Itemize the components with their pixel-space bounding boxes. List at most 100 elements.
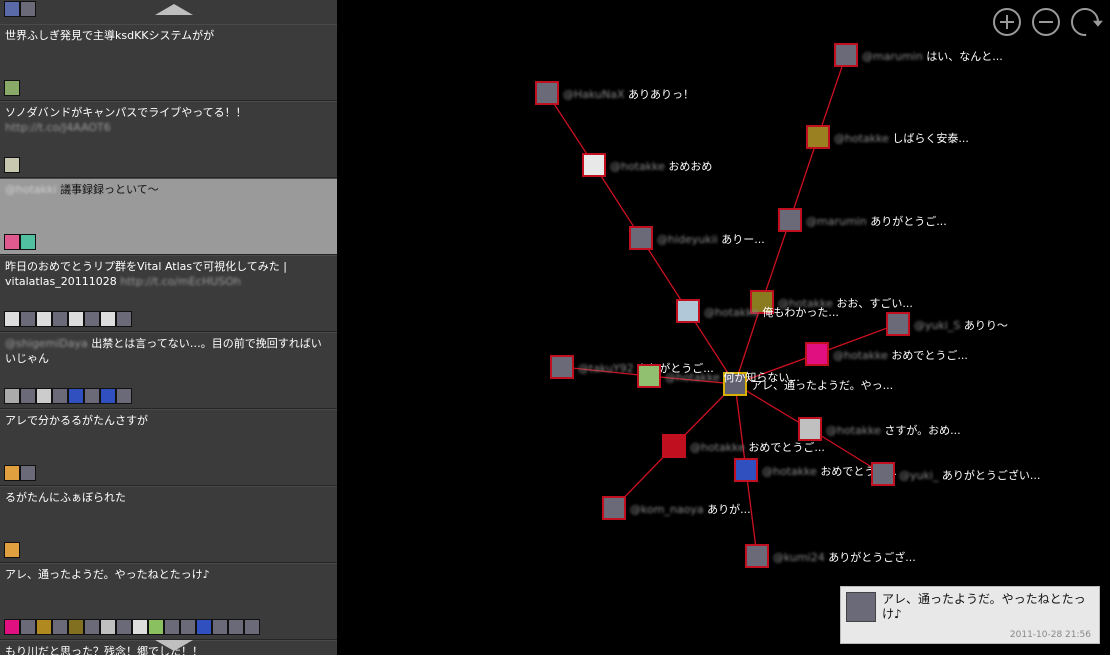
avatar[interactable] — [84, 619, 100, 635]
tweet-timeline[interactable]: 世界ふしぎ発見で主導ksdKKシステムがが ソノダバンドがキャンパスでライブやって… — [0, 0, 337, 655]
tweet-text: @hotakki 議事録録っといて〜 — [5, 182, 331, 197]
graph-node-avatar[interactable] — [745, 544, 769, 568]
graph-node-avatar[interactable] — [676, 299, 700, 323]
scroll-down-icon[interactable] — [155, 640, 193, 651]
tweet-avatars — [4, 157, 20, 175]
node-text: ありがとうご... — [870, 215, 947, 228]
tweet-row[interactable]: るがたんにふぁぼられた — [0, 486, 337, 563]
scroll-up-icon[interactable] — [155, 4, 193, 15]
avatar[interactable] — [52, 311, 68, 327]
graph-node-avatar[interactable] — [886, 312, 910, 336]
avatar[interactable] — [4, 311, 20, 327]
node-user: @marumin — [806, 215, 867, 228]
graph-node-avatar[interactable] — [535, 81, 559, 105]
avatar[interactable] — [4, 465, 20, 481]
graph-node-avatar[interactable] — [806, 125, 830, 149]
avatar[interactable] — [20, 311, 36, 327]
avatar[interactable] — [4, 157, 20, 173]
avatar[interactable] — [244, 619, 260, 635]
avatar — [4, 1, 20, 17]
graph-node-avatar[interactable] — [637, 364, 661, 388]
node-text: おめでとうご... — [891, 349, 968, 362]
avatar[interactable] — [100, 311, 116, 327]
tweet-text: アレで分かるるがたんさすが — [5, 413, 331, 428]
tweet-text: アレ、通ったようだ。やったねとたっけ♪ — [5, 567, 331, 582]
tweet-link[interactable]: http://t.co/mEcHUSOh — [117, 275, 241, 288]
graph-node-avatar[interactable] — [582, 153, 606, 177]
tweet-row[interactable]: アレで分かるるがたんさすが — [0, 409, 337, 486]
avatar[interactable] — [68, 388, 84, 404]
avatar[interactable] — [164, 619, 180, 635]
node-text: おめでとうご... — [748, 441, 825, 454]
tweet-link[interactable]: http://t.co/J4AAOT6 — [5, 121, 111, 134]
node-user-name: @hotakke — [762, 465, 817, 478]
avatar[interactable] — [132, 619, 148, 635]
node-user: @yuki_S — [914, 319, 960, 332]
graph-node-label: @kumi24 ありがとうござ... — [773, 549, 916, 565]
avatar[interactable] — [4, 234, 20, 250]
zoom-out-icon[interactable] — [1032, 8, 1060, 36]
avatar[interactable] — [52, 388, 68, 404]
tweet-body: 議事録録っといて〜 — [60, 183, 159, 196]
avatar[interactable] — [36, 619, 52, 635]
graph-node-avatar[interactable] — [778, 208, 802, 232]
graph-node-avatar[interactable] — [550, 355, 574, 379]
graph-node-avatar[interactable] — [629, 226, 653, 250]
graph-node-avatar[interactable] — [871, 462, 895, 486]
graph-node-avatar[interactable] — [662, 434, 686, 458]
tweet-row[interactable]: 昨日のおめでとうリプ群をVital Atlasで可視化してみた | vitala… — [0, 255, 337, 332]
node-user-name: @hotakke — [834, 132, 889, 145]
avatar[interactable] — [52, 619, 68, 635]
avatar[interactable] — [148, 619, 164, 635]
avatar[interactable] — [100, 388, 116, 404]
avatar[interactable] — [84, 388, 100, 404]
avatar[interactable] — [4, 542, 20, 558]
avatar[interactable] — [4, 80, 20, 96]
avatar[interactable] — [228, 619, 244, 635]
graph-node-avatar[interactable] — [602, 496, 626, 520]
node-user: @marumin — [862, 50, 923, 63]
tweet-avatars — [4, 388, 132, 406]
graph-node-avatar[interactable] — [798, 417, 822, 441]
reply-graph-canvas[interactable]: アレ、通ったようだ。やっ... @marumin はい、なんと... @hotakk… — [337, 0, 1110, 655]
tweet-row[interactable]: ソノダバンドがキャンパスでライブやってる！！ http://t.co/J4AAO… — [0, 101, 337, 178]
avatar[interactable] — [212, 619, 228, 635]
avatar[interactable] — [20, 234, 36, 250]
tweet-body: アレで分かるるがたんさすが — [5, 414, 148, 427]
node-user-name: @hotakke — [833, 349, 888, 362]
avatar[interactable] — [20, 388, 36, 404]
node-user: @hotakke — [690, 441, 745, 454]
tweet-row[interactable]: @hotakki 議事録録っといて〜 — [0, 178, 337, 255]
avatar[interactable] — [84, 311, 100, 327]
tweet-row[interactable]: アレ、通ったようだ。やったねとたっけ♪ — [0, 563, 337, 640]
graph-node-avatar[interactable] — [734, 458, 758, 482]
avatar[interactable] — [20, 465, 36, 481]
tweet-popup: アレ、通ったようだ。やったねとたっけ♪ 2011-10-28 21:56 — [840, 586, 1100, 644]
avatar[interactable] — [116, 619, 132, 635]
node-text: 俺もわかった... — [762, 306, 839, 319]
avatar[interactable] — [116, 311, 132, 327]
tweet-row[interactable]: 世界ふしぎ発見で主導ksdKKシステムがが — [0, 24, 337, 101]
graph-node-avatar[interactable] — [834, 43, 858, 67]
avatar[interactable] — [68, 311, 84, 327]
avatar[interactable] — [20, 619, 36, 635]
node-user: @hotakke — [704, 306, 759, 319]
tweet-body: アレ、通ったようだ。やったねとたっけ♪ — [5, 568, 210, 581]
avatar[interactable] — [100, 619, 116, 635]
avatar[interactable] — [180, 619, 196, 635]
avatar[interactable] — [196, 619, 212, 635]
tweet-row[interactable]: @shigemiDaya 出禁とは言ってない…。目の前で挽回すればいいじゃん — [0, 332, 337, 409]
avatar[interactable] — [36, 311, 52, 327]
graph-node-avatar[interactable] — [805, 342, 829, 366]
avatar[interactable] — [36, 388, 52, 404]
avatar[interactable] — [4, 388, 20, 404]
avatar[interactable] — [68, 619, 84, 635]
popup-date: 2011-10-28 21:56 — [1009, 630, 1091, 640]
avatar[interactable] — [4, 619, 20, 635]
avatar[interactable] — [116, 388, 132, 404]
node-text: ありー... — [721, 233, 765, 246]
zoom-in-icon[interactable] — [993, 8, 1021, 36]
tweet-text: 昨日のおめでとうリプ群をVital Atlasで可視化してみた | vitala… — [5, 259, 331, 289]
graph-node-label: @hotakke おめおめ — [610, 158, 712, 174]
node-user-name: @kumi24 — [773, 551, 825, 564]
